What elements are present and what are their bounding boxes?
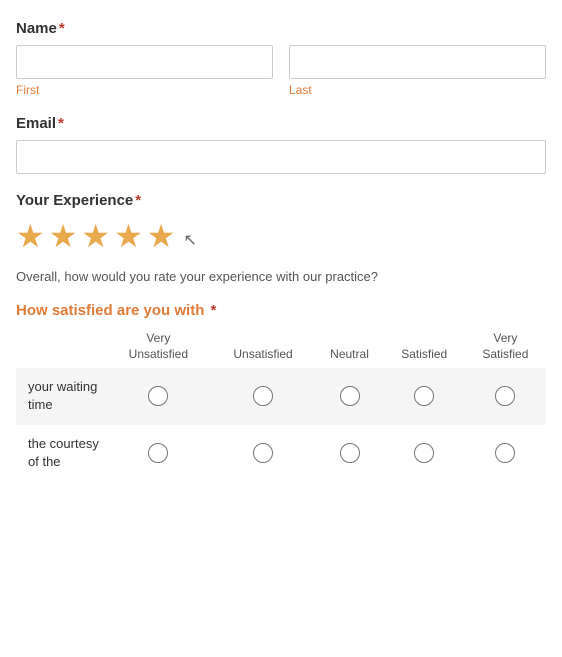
first-label: First [16,83,273,97]
radio-cell-courtesy-very-unsat [106,425,211,481]
radio-waiting-very-unsatisfied[interactable] [148,386,168,406]
row-label-courtesy: the courtesy of the [16,425,106,481]
experience-label-text: Your Experience [16,192,133,209]
name-row: First Last [16,45,546,97]
email-label: Email* [16,115,546,132]
satisfaction-title: How satisfied are you with * [16,302,546,319]
radio-courtesy-very-unsatisfied[interactable] [148,443,168,463]
radio-cell-courtesy-sat [384,425,465,481]
header-row: VeryUnsatisfied Unsatisfied Neutral Sati… [16,331,546,368]
radio-cell-waiting-neutral [315,368,383,424]
last-label: Last [289,83,546,97]
name-label: Name* [16,20,546,37]
name-required: * [59,20,65,37]
satisfaction-table: VeryUnsatisfied Unsatisfied Neutral Sati… [16,331,546,481]
experience-required: * [135,192,141,209]
col-satisfied: Satisfied [384,331,465,368]
name-label-text: Name [16,20,57,37]
email-label-text: Email [16,115,56,132]
satisfaction-header: VeryUnsatisfied Unsatisfied Neutral Sati… [16,331,546,368]
radio-cell-waiting-unsat [211,368,316,424]
col-unsatisfied: Unsatisfied [211,331,316,368]
first-name-group: First [16,45,273,97]
radio-waiting-neutral[interactable] [340,386,360,406]
stars-row[interactable]: ★ ★ ★ ★ ★ [16,217,175,255]
radio-courtesy-unsatisfied[interactable] [253,443,273,463]
col-neutral: Neutral [315,331,383,368]
star-1[interactable]: ★ [16,217,45,255]
col-very-satisfied: VerySatisfied [465,331,546,368]
radio-waiting-very-satisfied[interactable] [495,386,515,406]
table-row: the courtesy of the [16,425,546,481]
satisfaction-required: * [211,302,217,319]
stars-container: ★ ★ ★ ★ ★ ↖ [16,217,546,263]
experience-note: Overall, how would you rate your experie… [16,269,546,284]
radio-cell-waiting-sat [384,368,465,424]
star-2[interactable]: ★ [49,217,78,255]
email-required: * [58,115,64,132]
radio-courtesy-satisfied[interactable] [414,443,434,463]
table-row: your waiting time [16,368,546,424]
first-name-input[interactable] [16,45,273,79]
radio-cell-courtesy-unsat [211,425,316,481]
satisfaction-body: your waiting time the courtesy of [16,368,546,481]
radio-courtesy-neutral[interactable] [340,443,360,463]
last-name-input[interactable] [289,45,546,79]
email-section: Email* [16,115,546,174]
radio-cell-courtesy-neutral [315,425,383,481]
row-label-waiting: your waiting time [16,368,106,424]
radio-cell-courtesy-very-sat [465,425,546,481]
radio-cell-waiting-very-unsat [106,368,211,424]
star-4[interactable]: ★ [114,217,143,255]
star-5[interactable]: ★ [147,217,176,255]
star-3[interactable]: ★ [81,217,110,255]
cursor-icon: ↖ [183,230,196,250]
col-very-unsatisfied: VeryUnsatisfied [106,331,211,368]
radio-waiting-unsatisfied[interactable] [253,386,273,406]
radio-cell-waiting-very-sat [465,368,546,424]
last-name-group: Last [289,45,546,97]
satisfaction-title-text: How satisfied are you with [16,302,204,319]
experience-label: Your Experience* [16,192,546,209]
radio-courtesy-very-satisfied[interactable] [495,443,515,463]
row-header-empty [16,331,106,368]
radio-waiting-satisfied[interactable] [414,386,434,406]
satisfaction-section: How satisfied are you with * VeryUnsatis… [16,302,546,481]
email-input[interactable] [16,140,546,174]
name-section: Name* First Last [16,20,546,97]
experience-section: Your Experience* ★ ★ ★ ★ ★ ↖ Overall, ho… [16,192,546,284]
